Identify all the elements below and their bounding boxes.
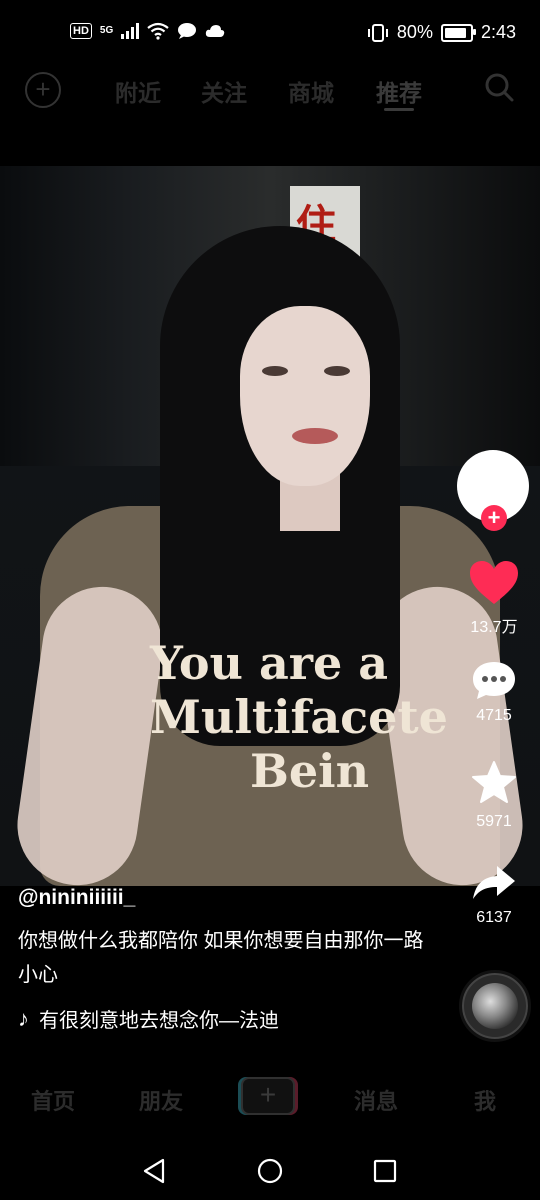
message-icon [178,23,197,39]
music-disc[interactable] [459,970,531,1042]
hd-badge: HD [70,23,92,39]
star-icon [472,761,516,803]
post-caption[interactable]: 你想做什么我都陪你 如果你想要自由那你一路小心 [18,924,438,992]
comment-count: 4715 [476,707,512,724]
network-label: 5G [99,25,114,36]
status-bar: HD 5G 80% 2:43 [0,0,540,64]
author-name[interactable]: @nininiiiiii_ [18,886,135,910]
music-note-icon: ♪ [18,1005,29,1031]
nav-me[interactable]: 我 [474,1084,496,1116]
home-circle-icon[interactable] [257,1158,283,1184]
lips-shape [292,428,338,444]
heart-icon [470,561,518,604]
left-eye-shape [262,366,288,376]
tab-nearby[interactable]: 附近 [115,74,161,108]
wifi-icon [147,22,169,40]
comment-icon [473,662,515,699]
battery-percent: 80% [396,22,433,42]
nav-messages[interactable]: 消息 [354,1084,398,1116]
shirt-print-line-3: Bein [250,744,370,798]
music-info[interactable]: ♪ 有很刻意地去想念你—法迪 [18,1004,279,1033]
tab-following[interactable]: 关注 [201,74,247,108]
create-button[interactable]: + [241,1077,295,1115]
clock: 2:43 [480,22,516,42]
favorite-count: 5971 [476,813,512,830]
video-content[interactable]: 住 You are a Multifacete Bein [0,166,540,886]
favorite-button[interactable]: 5971 [462,760,526,831]
search-icon[interactable] [484,72,514,102]
back-icon[interactable] [142,1158,166,1184]
comment-button[interactable]: 4715 [462,660,526,725]
tab-mall[interactable]: 商城 [288,74,334,108]
right-eye-shape [324,366,350,376]
share-count: 6137 [476,909,512,926]
active-tab-indicator [384,108,414,111]
status-left: HD 5G [70,22,225,40]
music-title: 有很刻意地去想念你—法迪 [39,1010,279,1032]
recents-icon[interactable] [373,1159,397,1183]
status-right: 80% 2:43 [367,22,516,43]
face-shape [240,306,370,486]
vibrate-icon [367,23,388,42]
battery-icon [440,23,476,42]
share-button[interactable]: 6137 [462,864,526,927]
share-icon [473,866,515,899]
like-button[interactable]: 13.7万 [462,560,526,637]
shirt-print: You are a Multifacete Bein [150,636,448,798]
like-count: 13.7万 [470,619,518,636]
follow-button[interactable]: + [481,505,507,531]
signal-icon [121,23,140,39]
add-circle-icon[interactable]: + [25,72,61,108]
tab-recommend[interactable]: 推荐 [376,74,422,108]
system-nav-bar [0,1134,540,1200]
shirt-print-line-2: Multifacete [150,690,448,744]
shirt-print-line-1: You are a [150,636,389,690]
cloud-icon [206,25,225,37]
nav-friends[interactable]: 朋友 [139,1084,183,1116]
nav-home[interactable]: 首页 [31,1084,75,1116]
